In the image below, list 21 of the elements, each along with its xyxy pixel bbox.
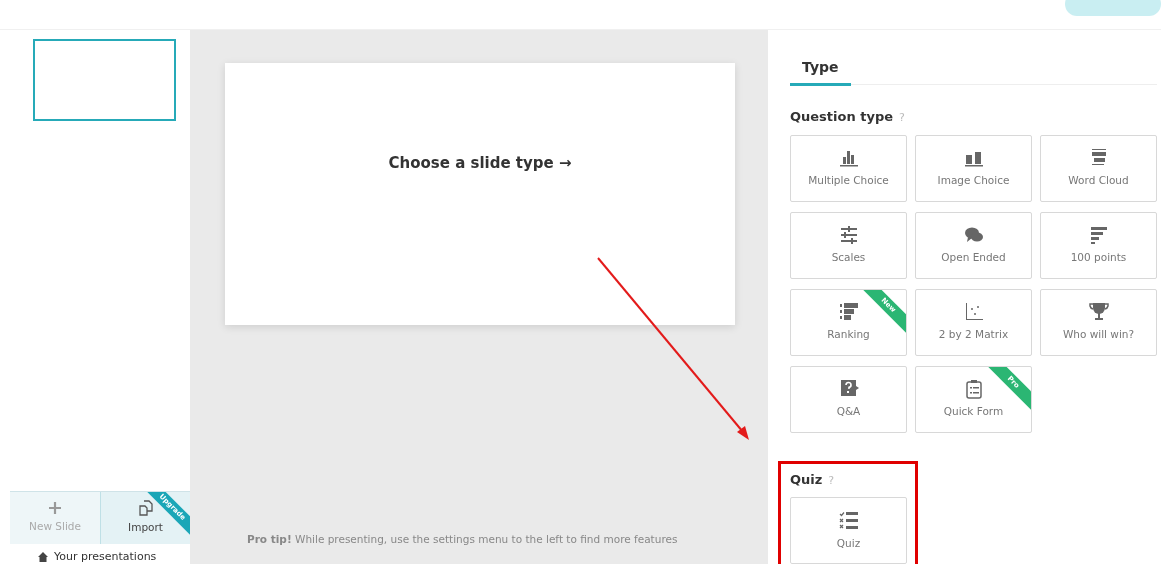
slide-type-card[interactable]: 100 points [1040, 211, 1157, 279]
copy-icon [137, 500, 154, 517]
slide-thumbnail[interactable] [33, 39, 176, 121]
section-title: Quiz [790, 470, 823, 489]
plus-icon [48, 501, 62, 516]
slide-type-card[interactable]: Open Ended [915, 211, 1032, 279]
section-title: Question type [790, 108, 894, 126]
slide-type-card[interactable]: Multiple Choice [790, 134, 907, 202]
checklist-icon [837, 509, 860, 532]
slide-type-card[interactable]: Who will win? [1040, 288, 1157, 356]
pro-tip-text: Pro tip! While presenting, use the settings menu to the left to find more features [247, 532, 679, 548]
slide-type-card[interactable]: Quiz [790, 497, 907, 564]
your-presentations-link[interactable]: Your presentations [0, 544, 190, 564]
slide-type-card[interactable]: Scales [790, 211, 907, 279]
slide-type-card[interactable]: Image Choice [915, 134, 1032, 202]
slide-type-card[interactable]: Q&A [790, 365, 907, 433]
panel-tab[interactable]: Type [790, 52, 851, 86]
slide-type-card[interactable]: 2 by 2 Matrix [915, 288, 1032, 356]
slide-type-card[interactable]: Word Cloud [1040, 134, 1157, 202]
slide-type-prompt[interactable]: Choose a slide type → [388, 151, 572, 175]
home-icon [38, 552, 48, 562]
